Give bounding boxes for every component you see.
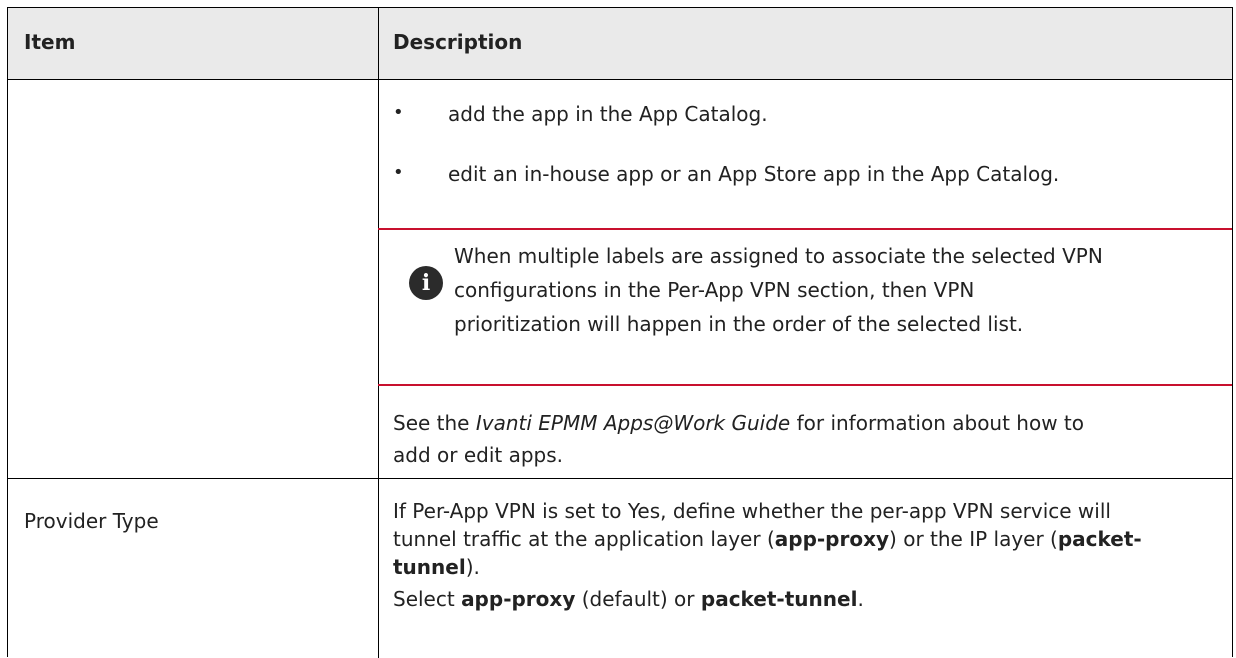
note-line: When multiple labels are assigned to ass…	[454, 244, 1103, 268]
note-top-rule	[378, 228, 1232, 230]
column-header-description: Description	[393, 30, 523, 54]
column-divider	[378, 8, 379, 658]
list-item-text: add the app in the App Catalog.	[448, 102, 768, 126]
column-header-item: Item	[24, 30, 76, 54]
note-line: prioritization will happen in the order …	[454, 312, 1024, 336]
info-icon: i	[409, 266, 443, 300]
provider-type-select-instruction: Select app-proxy (default) or packet-tun…	[393, 587, 864, 611]
provider-type-label: Provider Type	[24, 509, 159, 533]
bullet-icon: •	[393, 102, 404, 123]
table-header-row: Item Description	[8, 8, 1232, 80]
note-text: When multiple labels are assigned to ass…	[454, 239, 1224, 341]
provider-type-description: If Per-App VPN is set to Yes, define whe…	[393, 499, 1142, 579]
bullet-icon: •	[393, 162, 404, 183]
see-guide-text: See the Ivanti EPMM Apps@Work Guide for …	[393, 411, 1085, 467]
list-item-text: edit an in-house app or an App Store app…	[448, 162, 1060, 186]
guide-title: Ivanti EPMM Apps@Work Guide	[475, 411, 791, 435]
note-bottom-rule	[378, 384, 1232, 386]
note-line: configurations in the Per-App VPN sectio…	[454, 278, 975, 302]
reference-table: Item Description • add the app in the Ap…	[7, 7, 1233, 658]
row-divider	[8, 478, 1232, 479]
